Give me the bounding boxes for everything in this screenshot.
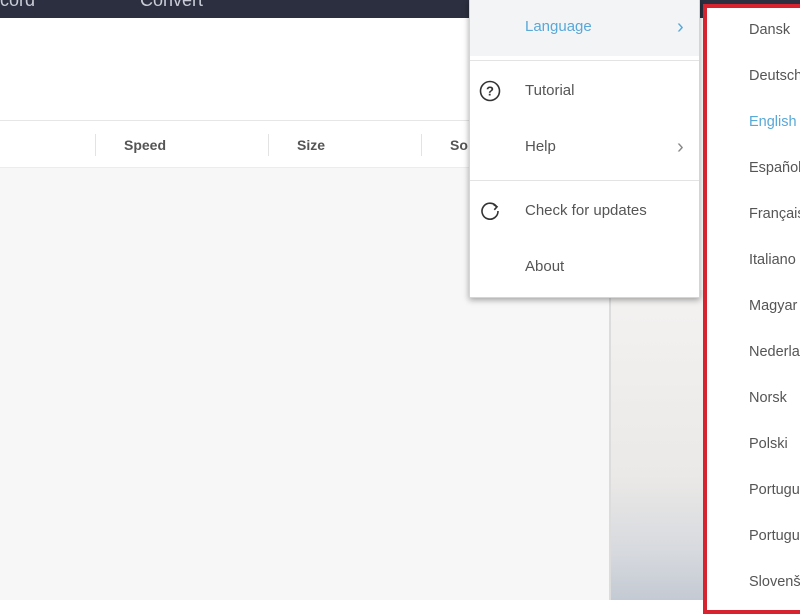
menu-item-help[interactable]: Help › bbox=[470, 120, 699, 176]
language-option-portugues[interactable]: Português bbox=[749, 482, 800, 498]
column-divider bbox=[421, 134, 422, 156]
chevron-right-icon: › bbox=[677, 16, 684, 38]
svg-text:?: ? bbox=[486, 84, 494, 99]
column-header-size[interactable]: Size bbox=[297, 137, 325, 153]
column-divider bbox=[268, 134, 269, 156]
language-option-norsk[interactable]: Norsk bbox=[749, 390, 787, 406]
language-option-magyar[interactable]: Magyar bbox=[749, 298, 797, 314]
language-option-italiano[interactable]: Italiano bbox=[749, 252, 796, 268]
background-image bbox=[610, 290, 705, 600]
settings-dropdown-menu: Language › ? Tutorial Help › Check for u… bbox=[469, 0, 700, 298]
language-option-espanol[interactable]: Español bbox=[749, 160, 800, 176]
language-option-francais[interactable]: Français bbox=[749, 206, 800, 222]
question-circle-icon: ? bbox=[479, 80, 501, 102]
menu-item-label: Help bbox=[525, 138, 556, 155]
nav-tab-record[interactable]: ocord bbox=[0, 0, 35, 11]
menu-divider bbox=[470, 60, 699, 61]
column-header-speed[interactable]: Speed bbox=[124, 137, 166, 153]
panel-divider bbox=[609, 290, 611, 600]
language-option-deutsch[interactable]: Deutsch bbox=[749, 68, 800, 84]
menu-item-label: Tutorial bbox=[525, 82, 575, 99]
column-header-source[interactable]: So bbox=[450, 137, 468, 153]
menu-item-label: About bbox=[525, 258, 565, 275]
language-option-slovenscina[interactable]: Slovenščina bbox=[749, 574, 800, 590]
chevron-right-icon: › bbox=[677, 136, 684, 158]
menu-divider bbox=[470, 180, 699, 181]
menu-item-tutorial[interactable]: ? Tutorial bbox=[470, 64, 699, 120]
menu-item-label: Check for updates bbox=[525, 202, 647, 219]
menu-item-language[interactable]: Language › bbox=[470, 0, 699, 56]
language-option-english[interactable]: English bbox=[749, 114, 797, 130]
refresh-icon bbox=[481, 202, 499, 220]
language-option-nederlands[interactable]: Nederlands bbox=[749, 344, 800, 360]
column-divider bbox=[95, 134, 96, 156]
language-submenu: Dansk Deutsch English Español Français I… bbox=[703, 4, 800, 614]
language-option-portugues-brasil[interactable]: Português bbox=[749, 528, 800, 544]
menu-item-label: Language bbox=[525, 18, 592, 35]
nav-tab-convert[interactable]: Convert bbox=[140, 0, 203, 11]
menu-item-about[interactable]: About bbox=[470, 240, 699, 296]
language-option-dansk[interactable]: Dansk bbox=[749, 22, 790, 38]
language-option-polski[interactable]: Polski bbox=[749, 436, 788, 452]
menu-item-check-updates[interactable]: Check for updates bbox=[470, 184, 699, 240]
